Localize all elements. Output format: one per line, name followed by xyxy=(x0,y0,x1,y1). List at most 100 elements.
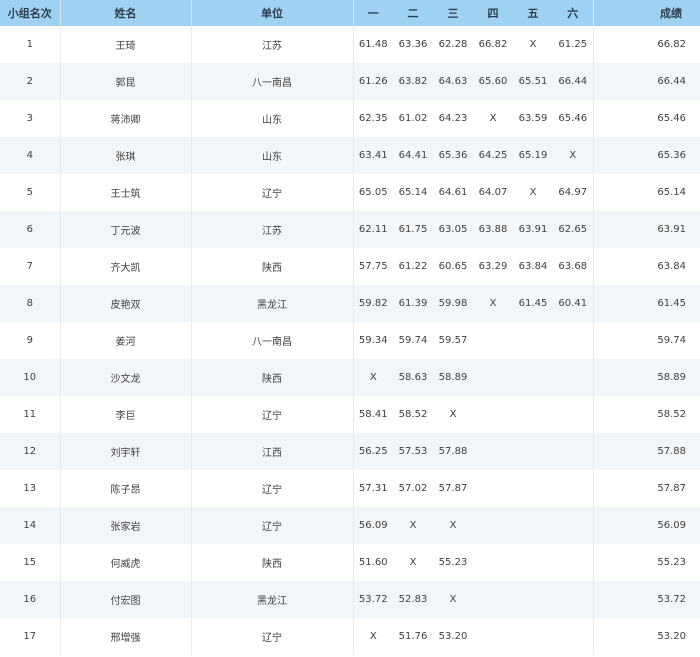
attempt-3-cell: 64.23 xyxy=(433,100,473,137)
unit-cell: 辽宁 xyxy=(191,174,354,211)
name-cell: 张琪 xyxy=(60,137,192,174)
attempt-1-cell: 56.25 xyxy=(353,433,393,470)
result-cell: 66.44 xyxy=(593,63,700,100)
attempt-1-cell: 59.34 xyxy=(353,322,393,359)
attempt-3-cell: 65.36 xyxy=(433,137,473,174)
attempt-4-cell: 64.25 xyxy=(473,137,513,174)
attempt-4-cell xyxy=(473,433,513,470)
attempt-6-cell: 65.46 xyxy=(553,100,594,137)
unit-cell: 辽宁 xyxy=(191,507,354,544)
result-cell: 66.82 xyxy=(593,26,700,63)
result-cell: 53.72 xyxy=(593,581,700,618)
attempt-1-cell: 62.35 xyxy=(353,100,393,137)
attempt-4-cell: 63.88 xyxy=(473,211,513,248)
rank-cell: 14 xyxy=(0,507,61,544)
name-cell: 张家岩 xyxy=(60,507,192,544)
attempt-5-cell xyxy=(513,581,553,618)
attempt-5-cell: X xyxy=(513,26,553,63)
attempt-1-cell: 65.05 xyxy=(353,174,393,211)
name-cell: 郭昆 xyxy=(60,63,192,100)
attempt-3-cell: 57.88 xyxy=(433,433,473,470)
attempt-6-cell: 64.97 xyxy=(553,174,594,211)
attempt-5-cell xyxy=(513,322,553,359)
attempt-5-cell xyxy=(513,618,553,655)
rank-cell: 1 xyxy=(0,26,61,63)
rank-cell: 6 xyxy=(0,211,61,248)
rank-cell: 5 xyxy=(0,174,61,211)
attempt-2-cell: 61.75 xyxy=(393,211,433,248)
attempt-6-cell: 63.68 xyxy=(553,248,594,285)
table-row: 7 齐大凯 陕西 57.75 61.22 60.65 63.29 63.84 63.68 63.8… xyxy=(0,248,700,285)
attempt-3-cell: 55.23 xyxy=(433,544,473,581)
attempt-5-cell xyxy=(513,396,553,433)
attempt-6-cell xyxy=(553,359,594,396)
attempt-6-cell: 62.65 xyxy=(553,211,594,248)
unit-cell: 黑龙江 xyxy=(191,581,354,618)
attempt-5-cell xyxy=(513,433,553,470)
attempt-5-cell: 65.19 xyxy=(513,137,553,174)
attempt-2-cell: 64.41 xyxy=(393,137,433,174)
result-cell: 56.09 xyxy=(593,507,700,544)
attempt-3-cell: X xyxy=(433,396,473,433)
table-row: 12 刘宇轩 江西 56.25 57.53 57.88 57.88 xyxy=(0,433,700,470)
attempt-5-cell: 63.59 xyxy=(513,100,553,137)
attempt-4-cell xyxy=(473,359,513,396)
table-row: 3 蒋沛卿 山东 62.35 61.02 64.23 X 63.59 65.46 65.46 xyxy=(0,100,700,137)
table-row: 14 张家岩 辽宁 56.09 X X 56.09 xyxy=(0,507,700,544)
result-cell: 63.84 xyxy=(593,248,700,285)
header-result: 成绩 xyxy=(593,0,700,26)
attempt-3-cell: 58.89 xyxy=(433,359,473,396)
rank-cell: 13 xyxy=(0,470,61,507)
unit-cell: 辽宁 xyxy=(191,618,354,655)
unit-cell: 江苏 xyxy=(191,26,354,63)
attempt-3-cell: 64.61 xyxy=(433,174,473,211)
result-cell: 59.74 xyxy=(593,322,700,359)
results-table: 小组名次 姓名 单位 一 二 三 四 五 六 成绩 1 王琦 江苏 61.48 63.3… xyxy=(0,0,700,655)
result-cell: 65.46 xyxy=(593,100,700,137)
attempt-6-cell xyxy=(553,618,594,655)
attempt-4-cell: 66.82 xyxy=(473,26,513,63)
attempt-2-cell: 63.82 xyxy=(393,63,433,100)
unit-cell: 江苏 xyxy=(191,211,354,248)
unit-cell: 陕西 xyxy=(191,359,354,396)
header-attempt-6: 六 xyxy=(553,0,594,26)
attempt-6-cell xyxy=(553,507,594,544)
attempt-3-cell: 64.63 xyxy=(433,63,473,100)
attempt-6-cell: 61.25 xyxy=(553,26,594,63)
header-attempt-3: 三 xyxy=(433,0,473,26)
header-attempt-4: 四 xyxy=(473,0,513,26)
attempt-2-cell: 57.53 xyxy=(393,433,433,470)
attempt-2-cell: 57.02 xyxy=(393,470,433,507)
attempt-2-cell: X xyxy=(393,544,433,581)
attempt-1-cell: 56.09 xyxy=(353,507,393,544)
attempt-6-cell: 66.44 xyxy=(553,63,594,100)
name-cell: 王琦 xyxy=(60,26,192,63)
attempt-2-cell: 61.39 xyxy=(393,285,433,322)
header-rank: 小组名次 xyxy=(0,0,61,26)
name-cell: 沙文龙 xyxy=(60,359,192,396)
rank-cell: 7 xyxy=(0,248,61,285)
attempt-4-cell: 63.29 xyxy=(473,248,513,285)
attempt-1-cell: 53.72 xyxy=(353,581,393,618)
attempt-5-cell xyxy=(513,544,553,581)
attempt-1-cell: 61.48 xyxy=(353,26,393,63)
attempt-4-cell xyxy=(473,544,513,581)
attempt-5-cell: 61.45 xyxy=(513,285,553,322)
attempt-4-cell xyxy=(473,470,513,507)
header-attempt-1: 一 xyxy=(353,0,393,26)
name-cell: 蒋沛卿 xyxy=(60,100,192,137)
attempt-1-cell: X xyxy=(353,359,393,396)
attempt-5-cell: 65.51 xyxy=(513,63,553,100)
attempt-4-cell: 64.07 xyxy=(473,174,513,211)
rank-cell: 10 xyxy=(0,359,61,396)
attempt-2-cell: X xyxy=(393,507,433,544)
attempt-6-cell xyxy=(553,396,594,433)
rank-cell: 16 xyxy=(0,581,61,618)
result-cell: 58.52 xyxy=(593,396,700,433)
table-row: 16 付宏图 黑龙江 53.72 52.83 X 53.72 xyxy=(0,581,700,618)
attempt-2-cell: 58.52 xyxy=(393,396,433,433)
attempt-2-cell: 59.74 xyxy=(393,322,433,359)
attempt-1-cell: 63.41 xyxy=(353,137,393,174)
result-cell: 63.91 xyxy=(593,211,700,248)
result-cell: 57.87 xyxy=(593,470,700,507)
